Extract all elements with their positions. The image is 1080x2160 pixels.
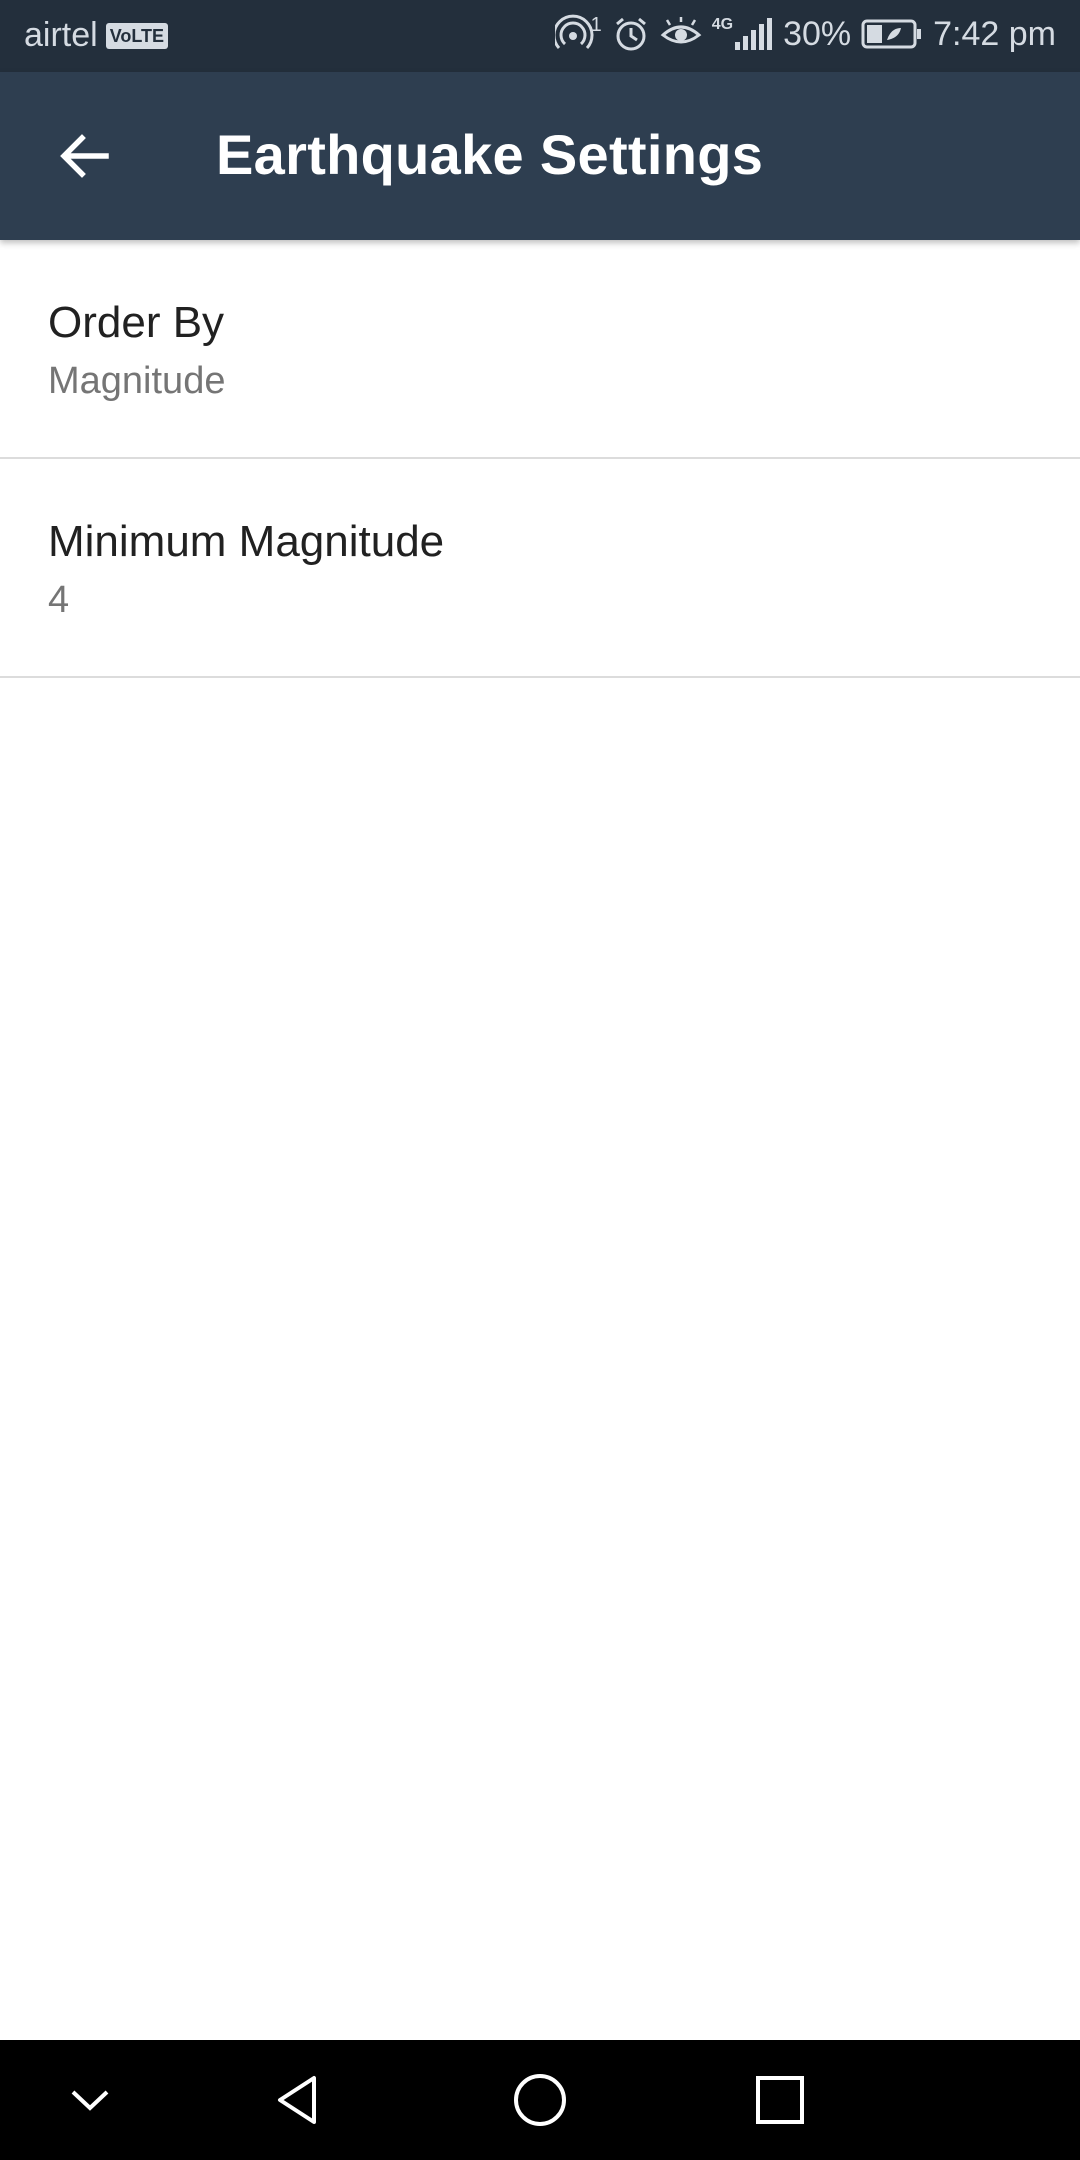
- hotspot-icon: 1: [554, 14, 602, 54]
- preference-minimum-magnitude[interactable]: Minimum Magnitude 4: [0, 459, 1080, 678]
- circle-home-icon: [514, 2074, 566, 2126]
- app-toolbar: Earthquake Settings: [0, 72, 1080, 240]
- carrier-name: airtel: [24, 16, 98, 54]
- nav-collapse-button[interactable]: [50, 2060, 130, 2140]
- arrow-left-icon: [60, 134, 109, 178]
- triangle-back-icon: [278, 2076, 316, 2124]
- chevron-down-icon: [71, 2090, 109, 2111]
- nav-home-button[interactable]: [500, 2060, 580, 2140]
- preference-list: Order By Magnitude Minimum Magnitude 4: [0, 240, 1080, 678]
- preference-title: Minimum Magnitude: [48, 517, 445, 566]
- battery-icon: [861, 18, 923, 50]
- back-button[interactable]: [36, 108, 132, 204]
- square-recents-icon: [756, 2076, 804, 2124]
- volte-badge: VoLTE: [105, 22, 169, 49]
- preference-summary: Magnitude: [48, 360, 226, 402]
- clock: 7:42 pm: [933, 14, 1056, 53]
- battery-percent: 30%: [783, 14, 852, 53]
- preference-title: Order By: [48, 298, 225, 347]
- page-title: Earthquake Settings: [216, 123, 764, 186]
- system-nav-bar: [0, 2040, 1080, 2160]
- network-type: 4G: [711, 16, 734, 33]
- signal-icon: 4G: [712, 16, 773, 52]
- nav-back-button[interactable]: [260, 2060, 340, 2140]
- status-left: airtel VoLTE: [24, 16, 169, 55]
- alarm-icon: [612, 15, 650, 53]
- preference-order-by[interactable]: Order By Magnitude: [0, 240, 1080, 459]
- eye-comfort-icon: [660, 15, 702, 53]
- nav-recents-button[interactable]: [740, 2060, 820, 2140]
- preference-summary: 4: [48, 579, 70, 621]
- status-right: 1 4G 30% 7:42 pm: [554, 14, 1056, 54]
- status-bar: airtel VoLTE 1 4G 30% 7:42 pm: [0, 0, 1080, 72]
- hotspot-count: 1: [590, 14, 602, 36]
- settings-screen: airtel VoLTE 1 4G 30% 7:42 pm Earthquake…: [0, 0, 1080, 2160]
